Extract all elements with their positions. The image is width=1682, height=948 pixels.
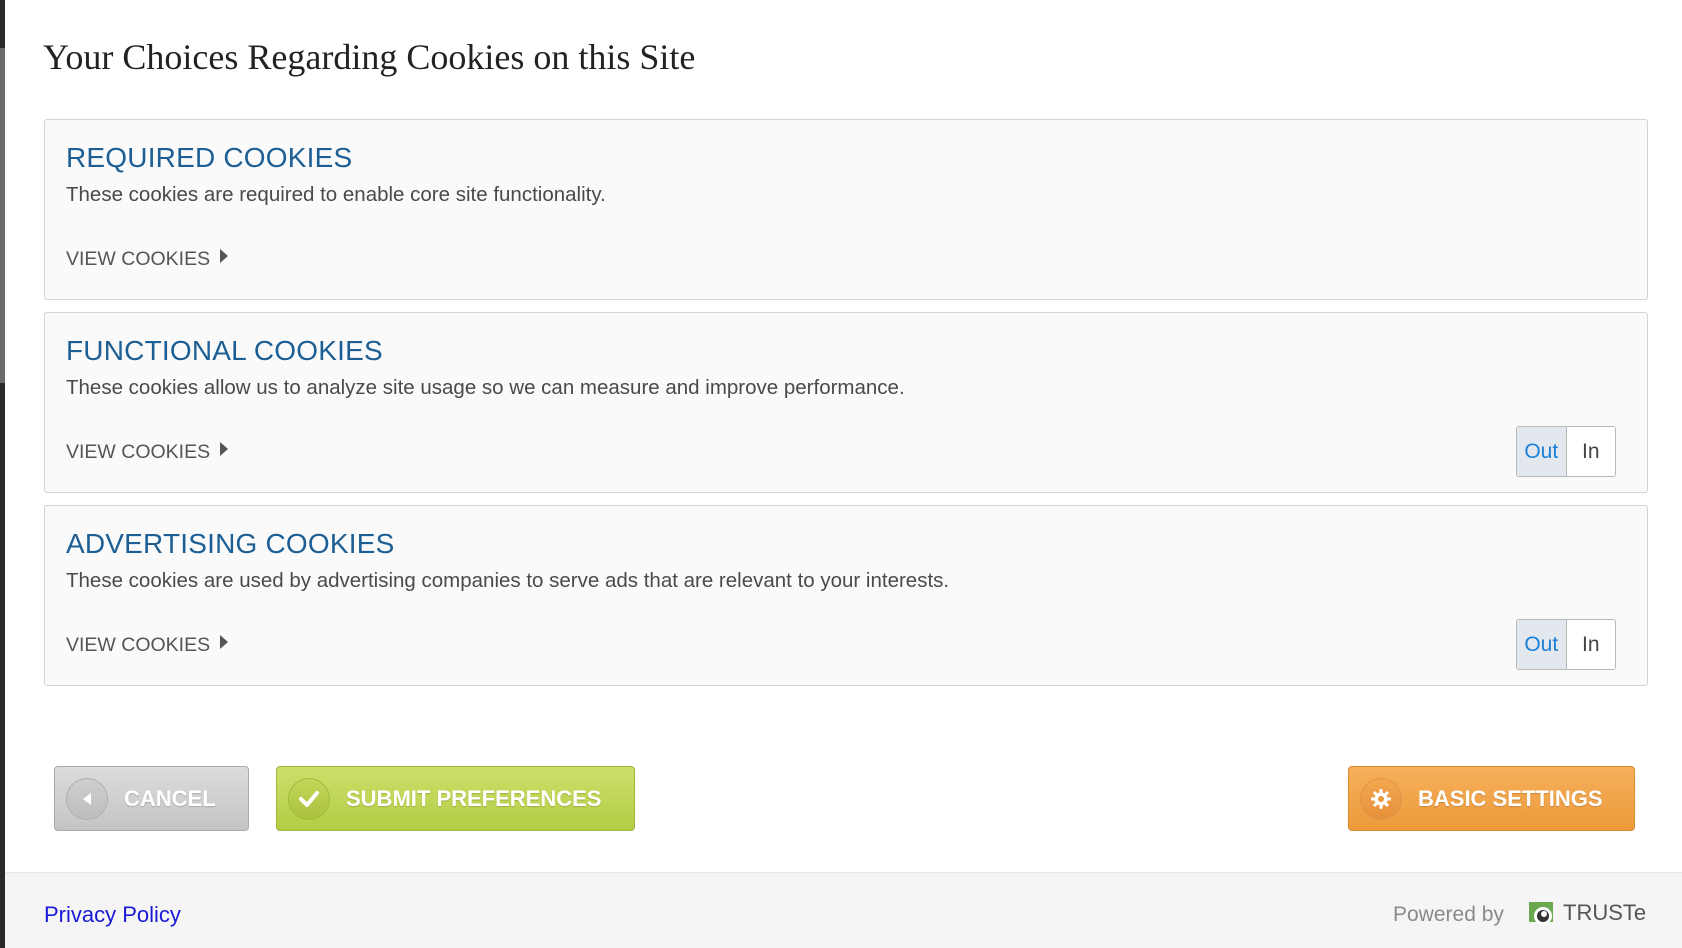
- triangle-right-icon: [220, 634, 229, 649]
- basic-settings-label: BASIC SETTINGS: [1418, 785, 1603, 811]
- cookie-preferences-dialog: Your Choices Regarding Cookies on this S…: [5, 0, 1682, 948]
- category-description: These cookies are used by advertising co…: [66, 569, 950, 592]
- category-title: REQUIRED COOKIES: [66, 142, 353, 173]
- toggle-out-option[interactable]: Out: [1517, 620, 1567, 669]
- category-title: FUNCTIONAL COOKIES: [66, 335, 383, 366]
- opt-toggle: Out In: [1516, 426, 1616, 477]
- page-title: Your Choices Regarding Cookies on this S…: [43, 37, 696, 77]
- toggle-out-option[interactable]: Out: [1517, 427, 1567, 476]
- toggle-in-option[interactable]: In: [1566, 620, 1615, 669]
- submit-preferences-button[interactable]: SUBMIT PREFERENCES: [276, 766, 635, 831]
- truste-mark-icon: [1529, 902, 1553, 925]
- view-cookies-label: VIEW COOKIES: [66, 248, 211, 270]
- category-description: These cookies are required to enable cor…: [66, 183, 606, 206]
- view-cookies-label: VIEW COOKIES: [66, 441, 211, 463]
- cancel-button[interactable]: CANCEL: [54, 766, 249, 831]
- powered-by-text: Powered by: [1393, 903, 1504, 926]
- category-title: ADVERTISING COOKIES: [66, 528, 395, 559]
- cancel-label: CANCEL: [124, 785, 216, 811]
- screen: Your Choices Regarding Cookies on this S…: [0, 0, 1682, 948]
- chevron-left-icon: [66, 777, 108, 820]
- triangle-right-icon: [220, 248, 229, 263]
- basic-settings-button[interactable]: BASIC SETTINGS: [1348, 766, 1635, 831]
- category-description: These cookies allow us to analyze site u…: [66, 376, 905, 399]
- view-cookies-link[interactable]: VIEW COOKIES: [66, 441, 229, 464]
- toggle-in-option[interactable]: In: [1566, 427, 1615, 476]
- privacy-policy-link[interactable]: Privacy Policy: [44, 902, 181, 928]
- dialog-footer: Privacy Policy Powered by TRUSTe: [5, 872, 1682, 948]
- submit-label: SUBMIT PREFERENCES: [346, 785, 602, 811]
- cookie-category-advertising: ADVERTISING COOKIES These cookies are us…: [44, 505, 1648, 686]
- cookie-category-required: REQUIRED COOKIES These cookies are requi…: [44, 119, 1648, 300]
- truste-logo[interactable]: TRUSTe: [1527, 899, 1646, 927]
- truste-brand-text: TRUSTe: [1563, 900, 1647, 925]
- view-cookies-link[interactable]: VIEW COOKIES: [66, 634, 229, 657]
- opt-toggle: Out In: [1516, 619, 1616, 670]
- view-cookies-link[interactable]: VIEW COOKIES: [66, 248, 229, 271]
- triangle-right-icon: [220, 441, 229, 456]
- checkmark-icon: [288, 777, 330, 820]
- gear-icon: [1360, 777, 1402, 820]
- cookie-category-functional: FUNCTIONAL COOKIES These cookies allow u…: [44, 312, 1648, 493]
- view-cookies-label: VIEW COOKIES: [66, 634, 211, 656]
